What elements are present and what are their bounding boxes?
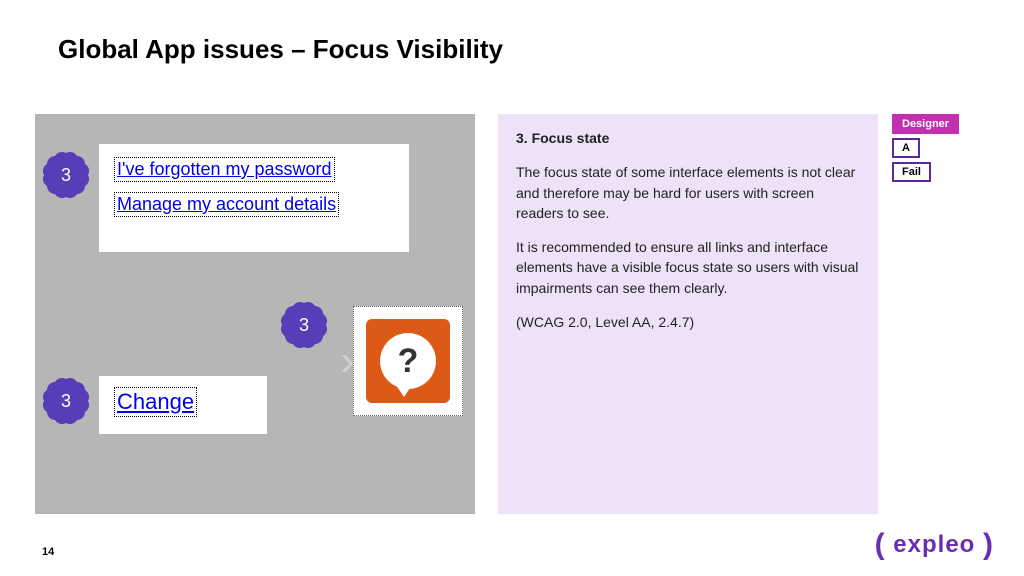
issue-heading: 3. Focus state bbox=[516, 128, 860, 148]
issue-paragraph-2: It is recommended to ensure all links an… bbox=[516, 237, 860, 298]
annotation-badge-3: 3 bbox=[47, 382, 85, 420]
tag-designer: Designer bbox=[892, 114, 959, 134]
issue-description-panel: 3. Focus state The focus state of some i… bbox=[498, 114, 878, 514]
chevron-right-icon: › bbox=[340, 336, 355, 386]
links-card: I've forgotten my password Manage my acc… bbox=[99, 144, 409, 252]
slide: Global App issues – Focus Visibility 3 3… bbox=[0, 0, 1024, 576]
issue-paragraph-1: The focus state of some interface elemen… bbox=[516, 162, 860, 223]
annotation-badge-1: 3 bbox=[47, 156, 85, 194]
expleo-logo: ( expleo ) bbox=[875, 528, 994, 562]
help-icon-container: › ? bbox=[353, 306, 463, 416]
forgot-password-link[interactable]: I've forgotten my password bbox=[115, 158, 334, 181]
page-number: 14 bbox=[42, 546, 54, 558]
page-title: Global App issues – Focus Visibility bbox=[58, 34, 503, 65]
change-link[interactable]: Change bbox=[115, 388, 196, 416]
speech-bubble-icon: ? bbox=[380, 333, 436, 389]
tag-level: A bbox=[892, 138, 920, 158]
tag-list: Designer A Fail bbox=[892, 114, 959, 182]
manage-account-link[interactable]: Manage my account details bbox=[115, 193, 338, 216]
bracket-open-icon: ( bbox=[875, 528, 886, 561]
example-panel: 3 3 3 I've forgotten my password Manage … bbox=[35, 114, 475, 514]
issue-wcag-ref: (WCAG 2.0, Level AA, 2.4.7) bbox=[516, 312, 860, 332]
change-card: Change bbox=[99, 376, 267, 434]
bracket-close-icon: ) bbox=[983, 528, 994, 561]
brand-name: expleo bbox=[893, 531, 975, 558]
help-icon[interactable]: ? bbox=[366, 319, 450, 403]
annotation-badge-2: 3 bbox=[285, 306, 323, 344]
tag-status: Fail bbox=[892, 162, 931, 182]
